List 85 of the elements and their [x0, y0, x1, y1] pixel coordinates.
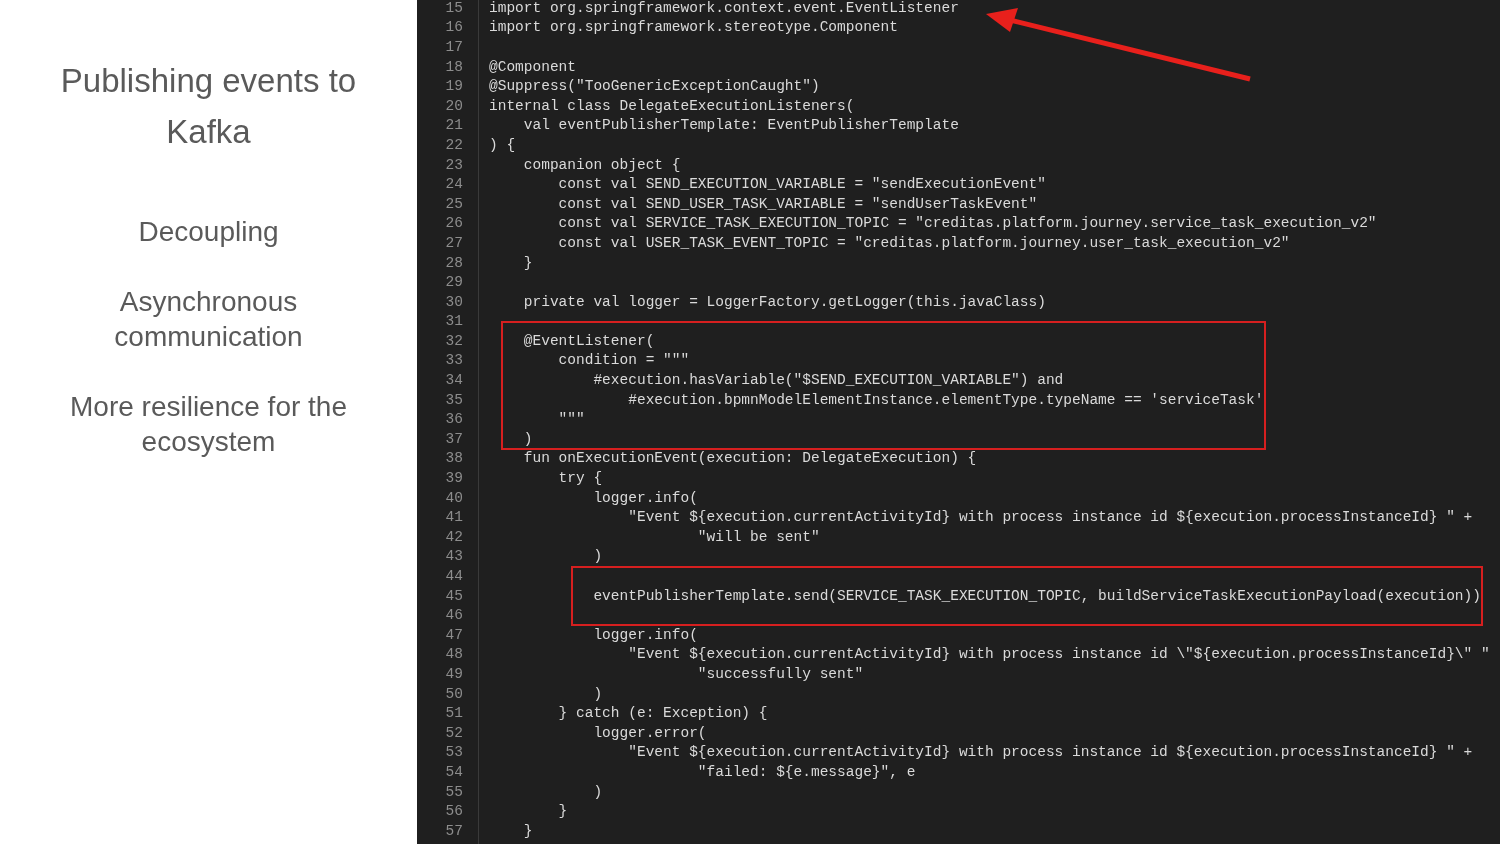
line-number: 50: [444, 685, 463, 702]
code-line: logger.info(: [592, 626, 698, 643]
code-line: private val logger = LoggerFactory.getLogger(this.javaClass): [522, 293, 1046, 310]
line-number: 28: [444, 254, 463, 271]
code-line: }: [557, 803, 568, 820]
code-line: ): [522, 430, 533, 447]
line-number: 39: [444, 470, 463, 487]
line-number: 52: [444, 724, 463, 741]
line-number: 32: [444, 332, 463, 349]
code-line: const val SEND_USER_TASK_VARIABLE = "sendUserTaskEvent": [557, 195, 1038, 212]
line-number: 46: [444, 607, 463, 624]
line-number: 37: [444, 430, 463, 447]
line-number: 21: [444, 117, 463, 134]
code-line: "Event ${execution.currentActivityId} with process instance id ${execution.processInstanceId} " +: [627, 509, 1473, 526]
code-line: logger.info(: [592, 489, 698, 506]
line-number: 38: [444, 450, 463, 467]
code-line: condition = """: [557, 352, 690, 369]
line-number: 45: [444, 587, 463, 604]
code-line: "successfully sent": [696, 666, 864, 682]
code-line: val eventPublisherTemplate: EventPublisherTemplate: [522, 117, 959, 134]
line-number: 30: [444, 293, 463, 310]
line-number: 24: [444, 176, 463, 193]
slide-point: Decoupling: [137, 215, 280, 249]
code-line: #execution.bpmnModelElementInstance.elementType.typeName == 'serviceTask': [627, 391, 1264, 408]
line-number: 42: [444, 528, 463, 545]
line-number: 48: [444, 646, 463, 663]
line-number: 53: [444, 744, 463, 761]
line-number: 20: [444, 97, 463, 114]
line-number: 36: [444, 411, 463, 428]
code-line: internal class DelegateExecutionListeners(: [489, 97, 855, 114]
line-number: 51: [444, 705, 463, 722]
code-line: }: [522, 254, 533, 271]
line-number: 49: [444, 666, 463, 682]
code-line: logger.error(: [592, 724, 707, 741]
code-line: try {: [557, 470, 603, 487]
code-line: "will be sent": [696, 528, 820, 545]
code-line: import org.springframework.context.event.EventListener: [489, 0, 959, 16]
line-number: 33: [444, 352, 463, 369]
line-number: 26: [444, 215, 463, 232]
slide-title: Publishing events to Kafka: [59, 61, 358, 152]
line-number: 15: [444, 0, 463, 16]
code-line: } catch (e: Exception) {: [557, 705, 768, 722]
code-line: @Suppress("TooGenericExceptionCaught"): [489, 78, 820, 95]
code-line: }: [522, 822, 533, 839]
slide-point: Asynchronous communication: [113, 285, 304, 354]
code-line: ): [592, 548, 603, 565]
code-line: import org.springframework.stereotype.Component: [489, 19, 898, 36]
code-line: const val USER_TASK_EVENT_TOPIC = "creditas.platform.journey.user_task_execution_v2": [557, 234, 1290, 251]
code-line: @Component: [489, 58, 576, 75]
line-number: 43: [444, 548, 463, 565]
code-line: companion object {: [522, 156, 681, 173]
code-line: eventPublisherTemplate.send(SERVICE_TASK_EXECUTION_TOPIC, buildServiceTaskExecutionPayload(execution)): [592, 587, 1481, 604]
line-number: 55: [444, 783, 463, 800]
code-line: ): [592, 685, 603, 702]
line-number: 25: [444, 195, 463, 212]
slide-point: More resilience for the ecosystem: [69, 390, 348, 459]
line-number: 54: [444, 763, 463, 780]
line-number: 29: [444, 274, 463, 291]
line-number: 57: [444, 822, 463, 839]
code-line: ) {: [489, 136, 516, 153]
line-number: 56: [444, 803, 463, 820]
code-line: "Event ${execution.currentActivityId} with process instance id \"${execution.processInstanceId}\" ": [627, 646, 1490, 663]
line-number: 18: [444, 58, 463, 75]
line-number: 41: [444, 509, 463, 526]
code-line: """: [557, 411, 585, 428]
code-line: ): [592, 783, 603, 800]
line-number: 17: [444, 39, 463, 55]
code-line: const val SERVICE_TASK_EXECUTION_TOPIC = "creditas.platform.journey.service_task_execution_v2": [557, 215, 1377, 232]
line-number: 47: [444, 626, 463, 643]
code-line: fun onExecutionEvent(execution: DelegateExecution) {: [522, 450, 977, 467]
line-number: 22: [444, 136, 463, 153]
line-number: 31: [444, 313, 463, 330]
line-number: 44: [444, 568, 463, 584]
code-line: @EventListener(: [522, 332, 655, 349]
line-number: 16: [444, 19, 463, 36]
code-line: "failed: ${e.message}", e: [696, 763, 916, 780]
line-number: 35: [444, 391, 463, 408]
line-number: 23: [444, 156, 463, 173]
code-line: "Event ${execution.currentActivityId} with process instance id ${execution.processInstanceId} " +: [627, 744, 1473, 761]
code-line: const val SEND_EXECUTION_VARIABLE = "sendExecutionEvent": [557, 176, 1046, 193]
code-line: #execution.hasVariable("$SEND_EXECUTION_VARIABLE") and: [592, 372, 1064, 389]
line-number: 19: [444, 78, 463, 95]
line-number: 27: [444, 234, 463, 251]
line-number: 40: [444, 489, 463, 506]
line-number: 34: [444, 372, 463, 389]
